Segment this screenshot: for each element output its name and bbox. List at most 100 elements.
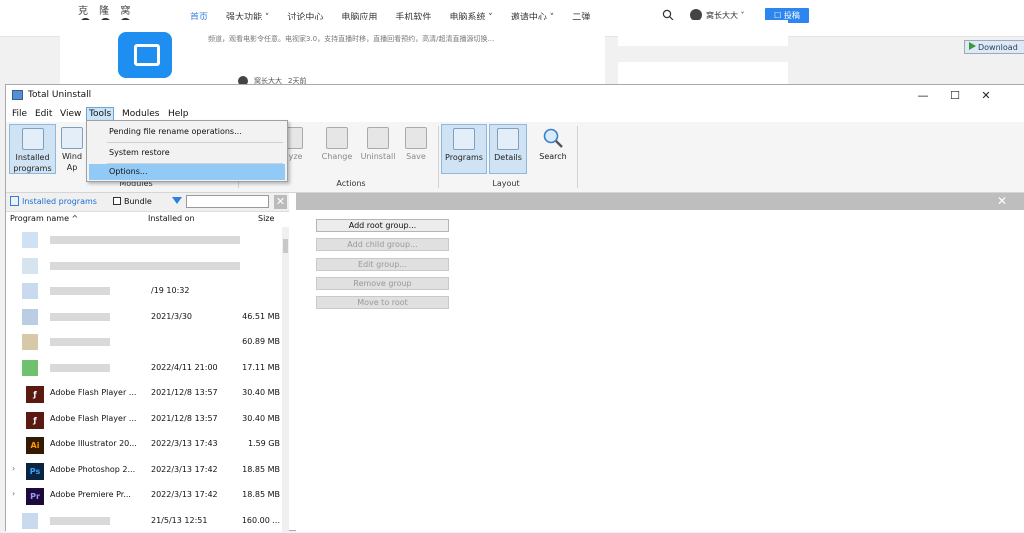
program-icon bbox=[22, 359, 38, 376]
program-size: 30.40 MB bbox=[242, 413, 280, 423]
search-button[interactable]: Search bbox=[536, 124, 570, 174]
program-size: 18.85 MB bbox=[242, 490, 280, 499]
program-size: 160.00 ... bbox=[241, 515, 280, 525]
program-icon: ƒ bbox=[26, 411, 44, 429]
close-pane-icon[interactable]: ✕ bbox=[274, 195, 287, 209]
table-row[interactable]: 21/5/13 12:51 160.00 ... bbox=[6, 508, 282, 533]
save-icon bbox=[405, 127, 427, 149]
filter-icon[interactable] bbox=[172, 197, 182, 204]
table-row[interactable]: Ai Adobe Illustrator 20... 2022/3/13 17:43… bbox=[6, 431, 282, 456]
redacted-name bbox=[50, 287, 110, 295]
table-row[interactable]: ƒ Adobe Flash Player ... 2021/12/8 13:57 30… bbox=[6, 406, 282, 431]
redacted-name bbox=[50, 312, 110, 321]
redacted-name bbox=[50, 516, 110, 525]
menu-separator bbox=[107, 142, 283, 143]
app-window: Total Uninstall — ☐ ✕ File Edit View Too… bbox=[5, 84, 1024, 533]
windows-apps-label: Wind Ap bbox=[61, 152, 83, 172]
table-row[interactable]: 2021/3/30 46.51 MB bbox=[6, 304, 282, 329]
table-row[interactable]: 2022/4/11 21:00 17.11 MB bbox=[6, 355, 282, 380]
article-snippet: 频道，观看电影令任意。电视家3.0，支持直播时移，直播回看预约，高清/超清直播源… bbox=[208, 35, 495, 43]
program-icon: ƒ bbox=[26, 386, 44, 403]
table-row[interactable]: › Pr Adobe Premiere Pr... 2022/3/13 17:42 18… bbox=[6, 482, 282, 507]
expand-arrow-icon[interactable]: › bbox=[12, 464, 15, 473]
menu-file[interactable]: File bbox=[10, 108, 29, 121]
menu-item-system-restore[interactable]: System restore bbox=[89, 145, 285, 161]
program-icon bbox=[22, 334, 38, 350]
user-name: 窝长大大 ˅ bbox=[706, 10, 745, 20]
column-headers: Program name ^ Installed on Size bbox=[6, 213, 289, 227]
trash-icon bbox=[367, 127, 389, 149]
installed-programs-label: Installed programs bbox=[13, 153, 52, 173]
bundle-checkbox[interactable] bbox=[113, 197, 121, 205]
column-size[interactable]: Size bbox=[258, 214, 274, 223]
menu-edit[interactable]: Edit bbox=[33, 108, 54, 121]
redacted-name bbox=[50, 261, 240, 270]
change-label: Change bbox=[321, 152, 353, 161]
disc-icon bbox=[21, 128, 44, 150]
add-root-group-button[interactable]: Add root group... bbox=[316, 219, 449, 232]
table-row[interactable]: › Ps Adobe Photoshop 2... 2022/3/13 17:42 18… bbox=[6, 457, 282, 482]
maximize-button[interactable]: ☐ bbox=[940, 87, 970, 104]
menu-view[interactable]: View bbox=[58, 108, 83, 121]
details-view-button[interactable]: Details bbox=[489, 124, 527, 174]
groups-pane-header: ✕ bbox=[296, 193, 1024, 210]
column-program-name[interactable]: Program name ^ bbox=[10, 214, 78, 223]
menu-item-pending-rename[interactable]: Pending file rename operations... bbox=[89, 124, 285, 140]
program-icon bbox=[22, 512, 38, 529]
title-bar[interactable]: Total Uninstall — ☐ ✕ bbox=[6, 85, 1024, 106]
tv-app-icon bbox=[118, 32, 172, 78]
program-icon: Pr bbox=[26, 488, 44, 505]
add-child-group-button[interactable]: Add child group... bbox=[316, 238, 449, 251]
change-button[interactable]: Change bbox=[319, 124, 355, 174]
program-size: 30.40 MB bbox=[242, 388, 280, 397]
menu-item-options[interactable]: Options... bbox=[89, 164, 285, 180]
apps-icon bbox=[61, 127, 83, 149]
vertical-scrollbar[interactable] bbox=[282, 227, 289, 532]
program-icon: Ps bbox=[26, 462, 44, 480]
program-icon bbox=[22, 283, 38, 299]
install-date: 2022/3/13 17:42 bbox=[151, 464, 218, 474]
program-size: 60.89 MB bbox=[242, 337, 280, 346]
uninstall-button[interactable]: Uninstall bbox=[358, 124, 398, 174]
window-title: Total Uninstall bbox=[28, 90, 92, 100]
scrollbar-thumb[interactable] bbox=[283, 239, 288, 253]
program-search-input[interactable] bbox=[186, 195, 269, 208]
program-name: Adobe Flash Player ... bbox=[50, 388, 137, 397]
installed-programs-button[interactable]: Installed programs bbox=[9, 124, 56, 174]
table-row[interactable]: /19 10:32 bbox=[6, 278, 282, 303]
program-icon bbox=[22, 232, 38, 248]
close-button[interactable]: ✕ bbox=[971, 87, 1001, 104]
programs-label: Programs bbox=[445, 153, 483, 162]
windows-apps-button[interactable]: Wind Ap bbox=[58, 124, 86, 174]
program-name: Adobe Premiere Pr... bbox=[50, 490, 131, 499]
app-icon bbox=[12, 90, 23, 100]
save-button[interactable]: Save bbox=[401, 124, 431, 174]
program-size: 1.59 GB bbox=[247, 439, 280, 448]
save-label: Save bbox=[406, 152, 426, 161]
table-row[interactable]: ƒ Adobe Flash Player ... 2021/12/8 13:57 30… bbox=[6, 380, 282, 405]
minimize-button[interactable]: — bbox=[908, 87, 938, 104]
sidebar-card bbox=[618, 20, 788, 46]
program-icon bbox=[22, 308, 38, 325]
column-installed-on[interactable]: Installed on bbox=[148, 214, 195, 223]
groups-pane: Add root group... Add child group... Edi… bbox=[296, 210, 1024, 532]
table-row[interactable] bbox=[6, 253, 282, 278]
play-icon bbox=[969, 42, 976, 50]
close-pane-icon[interactable]: ✕ bbox=[997, 194, 1007, 209]
tools-dropdown-menu: Pending file rename operations... System… bbox=[86, 120, 288, 182]
program-size: 17.11 MB bbox=[242, 362, 280, 372]
program-name: Adobe Flash Player ... bbox=[50, 413, 137, 423]
redacted-name bbox=[50, 363, 110, 372]
remove-group-button[interactable]: Remove group bbox=[316, 277, 449, 290]
table-row[interactable] bbox=[6, 227, 282, 252]
edit-group-button[interactable]: Edit group... bbox=[316, 258, 449, 271]
program-icon bbox=[22, 257, 38, 274]
download-button[interactable]: Download bbox=[964, 40, 1024, 54]
move-to-root-button[interactable]: Move to root bbox=[316, 296, 449, 309]
expand-arrow-icon[interactable]: › bbox=[12, 489, 15, 498]
pane-title[interactable]: Installed programs bbox=[22, 197, 97, 206]
redacted-name bbox=[50, 338, 110, 346]
table-row[interactable]: 60.89 MB bbox=[6, 329, 282, 354]
programs-view-button[interactable]: Programs bbox=[441, 124, 487, 174]
ribbon-separator bbox=[438, 126, 439, 188]
